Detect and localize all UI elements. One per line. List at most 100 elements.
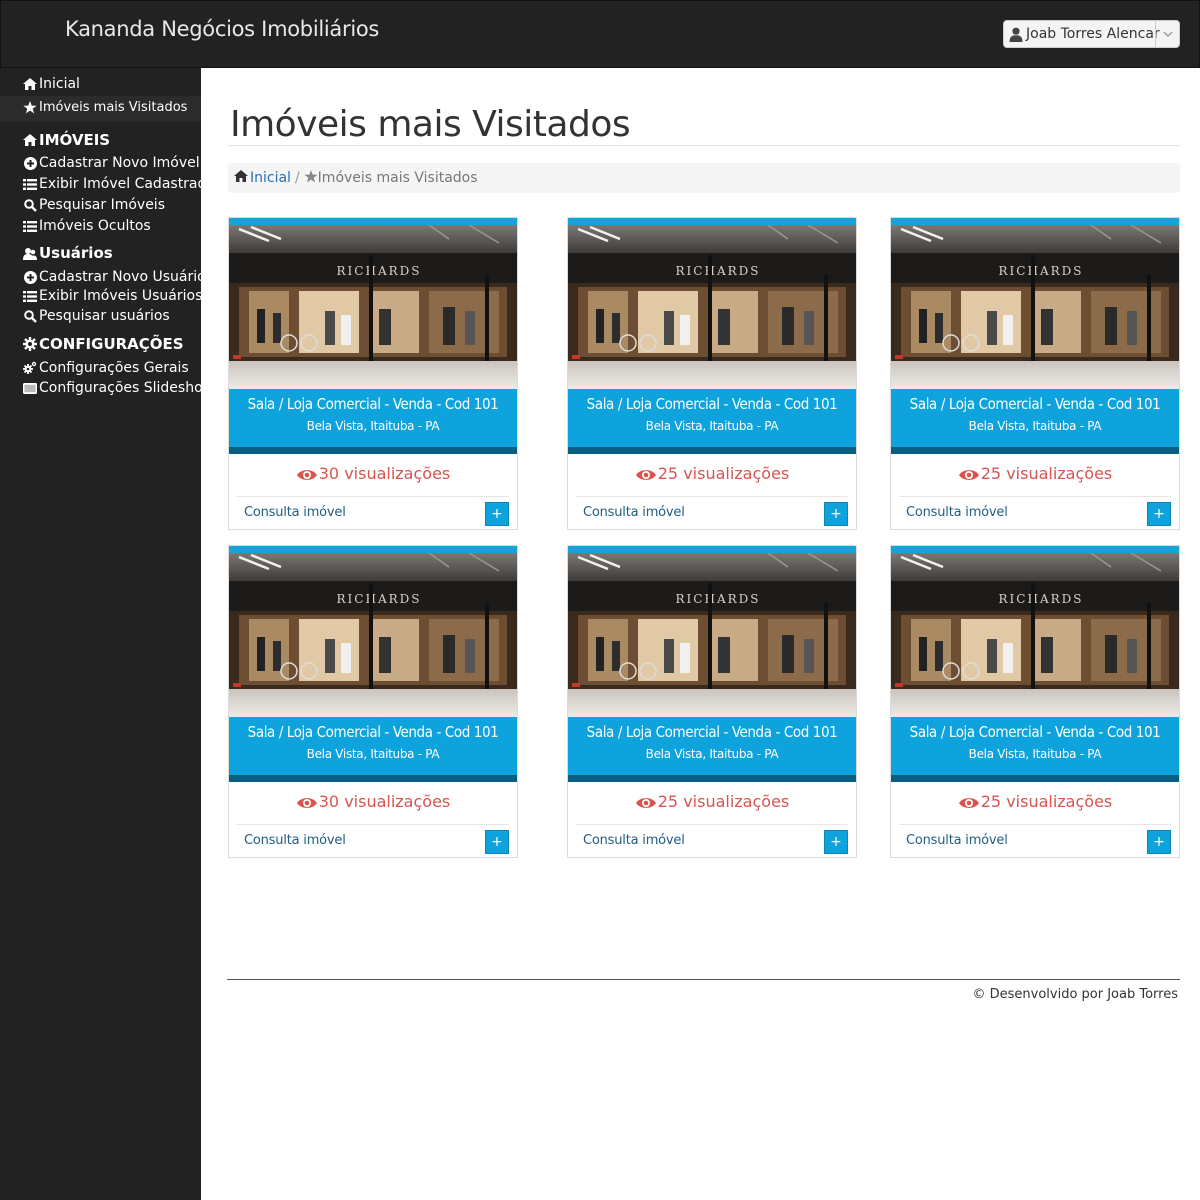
eye-icon: [635, 795, 657, 809]
sidebar-item-mais-visitados[interactable]: Imóveis mais Visitados: [22, 100, 187, 115]
property-info-banner[interactable]: Sala / Loja Comercial - Venda - Cod 101 …: [568, 717, 856, 775]
property-title: Sala / Loja Comercial - Venda - Cod 101: [586, 723, 838, 741]
views-count: 30 visualizações: [229, 792, 517, 811]
sidebar-section-usuarios[interactable]: Usuários: [22, 244, 113, 262]
more-button[interactable]: +: [1147, 502, 1171, 526]
sidebar-item-cadastrar-imovel[interactable]: Cadastrar Novo Imóvel: [22, 155, 200, 171]
sidebar-item-cadastrar-usuario[interactable]: Cadastrar Novo Usuário: [22, 269, 206, 285]
property-photo[interactable]: RICHARDS: [568, 225, 856, 389]
property-location: Bela Vista, Itaituba - PA: [645, 747, 779, 761]
user-name: Joab Torres Alencar: [1026, 26, 1160, 42]
property-info-banner[interactable]: Sala / Loja Comercial - Venda - Cod 101 …: [891, 389, 1179, 447]
more-button[interactable]: +: [824, 502, 848, 526]
sidebar-item-pesquisar-usuarios[interactable]: Pesquisar usuários: [22, 308, 170, 324]
breadcrumb: Inicial / Imóveis mais Visitados: [228, 163, 1180, 193]
home-icon: [234, 170, 248, 186]
svg-text:RICHARDS: RICHARDS: [337, 592, 422, 606]
chevron-down-icon[interactable]: [1155, 21, 1179, 47]
more-button[interactable]: +: [485, 830, 509, 854]
card-top-bar: [568, 546, 856, 553]
users-icon: [22, 246, 38, 260]
consult-property-link[interactable]: Consulta imóvel: [244, 833, 346, 848]
views-text: 30 visualizações: [318, 464, 451, 483]
sidebar-item-imoveis-ocultos[interactable]: Imóveis Ocultos: [22, 218, 151, 234]
property-photo[interactable]: RICHARDS: [891, 553, 1179, 717]
sidebar-item-pesquisar-imoveis[interactable]: Pesquisar Imóveis: [22, 197, 165, 213]
sidebar-section-label: CONFIGURAÇÕES: [39, 335, 184, 353]
views-text: 25 visualizações: [657, 464, 790, 483]
sidebar-item-label: Configurações Slideshow: [39, 380, 215, 396]
property-info-banner[interactable]: Sala / Loja Comercial - Venda - Cod 101 …: [229, 389, 517, 447]
list-icon: [22, 177, 38, 191]
property-location: Bela Vista, Itaituba - PA: [968, 747, 1102, 761]
property-photo[interactable]: RICHARDS: [568, 553, 856, 717]
eye-icon: [958, 467, 980, 481]
home-icon: [22, 133, 38, 147]
sidebar-item-configuracoes-slideshow[interactable]: Configurações Slideshow: [22, 380, 214, 396]
breadcrumb-current: Imóveis mais Visitados: [317, 170, 478, 186]
svg-text:RICHARDS: RICHARDS: [999, 264, 1084, 278]
eye-icon: [958, 795, 980, 809]
property-photo[interactable]: RICHARDS: [891, 225, 1179, 389]
more-button[interactable]: +: [1147, 830, 1171, 854]
card-top-bar: [891, 218, 1179, 225]
consult-property-link[interactable]: Consulta imóvel: [906, 833, 1008, 848]
breadcrumb-home-link[interactable]: Inicial: [250, 170, 291, 186]
svg-text:RICHARDS: RICHARDS: [676, 592, 761, 606]
consult-property-link[interactable]: Consulta imóvel: [583, 505, 685, 520]
property-card: RICHARDS Sala / Loja Comercial - Venda -…: [228, 217, 518, 530]
sidebar-item-label: Exibir Imóvel Cadastrados: [39, 176, 223, 192]
card-top-bar: [891, 546, 1179, 553]
property-title: Sala / Loja Comercial - Venda - Cod 101: [586, 395, 838, 413]
plus-circle-icon: [22, 156, 38, 170]
sidebar-item-label: Imóveis mais Visitados: [39, 100, 188, 115]
card-divider-bar: [891, 447, 1179, 454]
property-info-banner[interactable]: Sala / Loja Comercial - Venda - Cod 101 …: [229, 717, 517, 775]
user-icon: [1006, 21, 1026, 47]
views-count: 25 visualizações: [891, 792, 1179, 811]
card-separator: [576, 824, 848, 825]
list-icon: [22, 289, 38, 303]
eye-icon: [296, 795, 318, 809]
views-text: 25 visualizações: [980, 792, 1113, 811]
views-text: 25 visualizações: [657, 792, 790, 811]
card-top-bar: [229, 218, 517, 225]
sidebar-item-label: Configurações Gerais: [39, 360, 189, 376]
eye-icon: [635, 467, 657, 481]
sidebar-section-imoveis[interactable]: IMÓVEIS: [22, 131, 110, 149]
consult-property-link[interactable]: Consulta imóvel: [583, 833, 685, 848]
card-separator: [899, 496, 1171, 497]
more-button[interactable]: +: [824, 830, 848, 854]
views-count: 30 visualizações: [229, 464, 517, 483]
consult-property-link[interactable]: Consulta imóvel: [906, 505, 1008, 520]
svg-text:RICHARDS: RICHARDS: [999, 592, 1084, 606]
top-navbar: Kananda Negócios Imobiliários Joab Torre…: [0, 0, 1200, 68]
card-separator: [237, 824, 509, 825]
breadcrumb-separator: /: [294, 170, 300, 186]
brand-title[interactable]: Kananda Negócios Imobiliários: [65, 17, 379, 41]
property-photo[interactable]: RICHARDS: [229, 225, 517, 389]
user-menu-button[interactable]: Joab Torres Alencar: [1003, 20, 1180, 48]
sidebar-item-exibir-imoveis-usuarios[interactable]: Exibir Imóveis Usuários: [22, 288, 202, 304]
property-location: Bela Vista, Itaituba - PA: [306, 419, 440, 433]
sidebar-item-configuracoes-gerais[interactable]: Configurações Gerais: [22, 360, 189, 376]
list-icon: [22, 219, 38, 233]
sidebar-item-label: Pesquisar Imóveis: [39, 197, 165, 213]
sidebar-item-label: Cadastrar Novo Imóvel: [39, 155, 200, 171]
sidebar-section-configuracoes[interactable]: CONFIGURAÇÕES: [22, 335, 184, 353]
sidebar-item-exibir-imovel[interactable]: Exibir Imóvel Cadastrados: [22, 176, 222, 192]
property-photo[interactable]: RICHARDS: [229, 553, 517, 717]
views-text: 25 visualizações: [980, 464, 1113, 483]
card-separator: [237, 496, 509, 497]
views-count: 25 visualizações: [568, 792, 856, 811]
property-info-banner[interactable]: Sala / Loja Comercial - Venda - Cod 101 …: [568, 389, 856, 447]
sidebar-item-inicial[interactable]: Inicial: [22, 76, 80, 92]
property-title: Sala / Loja Comercial - Venda - Cod 101: [247, 723, 499, 741]
more-button[interactable]: +: [485, 502, 509, 526]
footer-credit: © Desenvolvido por Joab Torres: [972, 987, 1178, 1002]
sidebar-item-label: Pesquisar usuários: [39, 308, 170, 324]
consult-property-link[interactable]: Consulta imóvel: [244, 505, 346, 520]
search-icon: [22, 309, 38, 323]
sidebar-item-label: Exibir Imóveis Usuários: [39, 288, 203, 304]
property-info-banner[interactable]: Sala / Loja Comercial - Venda - Cod 101 …: [891, 717, 1179, 775]
